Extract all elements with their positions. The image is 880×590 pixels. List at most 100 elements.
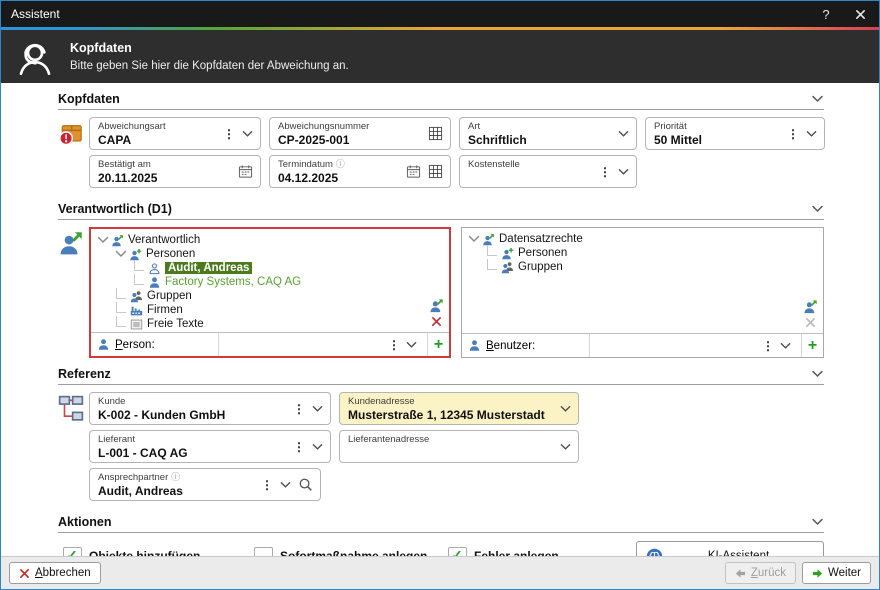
- field-ansprechpartner[interactable]: Ansprechpartnerⓘ Audit, Andreas ⋮: [89, 468, 321, 501]
- cancel-x-icon: [19, 568, 30, 579]
- collapse-chevron-icon[interactable]: [811, 518, 824, 526]
- add-plus-button[interactable]: +: [427, 333, 449, 356]
- close-button[interactable]: [843, 2, 877, 26]
- field-lieferant[interactable]: Lieferant L-001 - CAQ AG ⋮: [89, 430, 331, 463]
- arrow-left-icon: [735, 568, 746, 579]
- close-icon: [855, 9, 866, 20]
- number-grid-icon[interactable]: [428, 164, 443, 179]
- tree-item-rechte-gruppen[interactable]: Gruppen: [466, 260, 819, 274]
- add-person-icon[interactable]: [429, 298, 444, 313]
- tree-item-rechte-personen[interactable]: Personen: [466, 246, 819, 260]
- number-grid-icon[interactable]: [428, 126, 443, 141]
- tree-item-freie-texte[interactable]: Freie Texte: [95, 317, 445, 331]
- ai-brain-icon: [646, 548, 663, 557]
- collapse-chevron-icon[interactable]: [811, 95, 824, 103]
- add-plus-button[interactable]: +: [801, 334, 823, 357]
- wizard-content: Kopfdaten Abweichungsart CAPA ⋮: [1, 83, 879, 556]
- assistant-dialog: Assistent ? Kopfdaten Bitte geben Sie hi…: [0, 0, 880, 590]
- field-value: 04.12.2025: [278, 171, 406, 185]
- person-arrow-icon: [111, 234, 124, 247]
- person-icon: [97, 338, 110, 351]
- next-button[interactable]: Weiter: [802, 562, 871, 584]
- checkbox-box[interactable]: ✓: [254, 547, 273, 557]
- collapse-chevron-icon[interactable]: [811, 205, 824, 213]
- chevron-down-icon[interactable]: [312, 405, 323, 413]
- chevron-down-icon[interactable]: [560, 443, 571, 451]
- factory-icon: [130, 304, 143, 317]
- tree-expander-icon[interactable]: [115, 250, 127, 258]
- menu-dots-icon[interactable]: ⋮: [388, 339, 400, 351]
- tree-item-gruppen[interactable]: Gruppen: [95, 289, 445, 303]
- window-title: Assistent: [11, 7, 809, 21]
- ki-assistent-button[interactable]: KI-Assistent: [636, 541, 824, 556]
- tree-item-person-company[interactable]: Factory Systems, CAQ AG: [95, 275, 445, 289]
- chevron-down-icon[interactable]: [242, 130, 253, 138]
- menu-dots-icon[interactable]: ⋮: [762, 340, 774, 352]
- collapse-chevron-icon[interactable]: [811, 370, 824, 378]
- benutzer-combobox-row: Benutzer: ⋮ +: [462, 333, 823, 357]
- group-icon: [501, 261, 514, 274]
- field-value: CAPA: [98, 133, 223, 147]
- field-value: K-002 - Kunden GmbH: [98, 408, 293, 422]
- field-label: Lieferant: [98, 434, 293, 445]
- chevron-down-icon[interactable]: [806, 130, 817, 138]
- field-prioritaet[interactable]: Priorität 50 Mittel ⋮: [645, 117, 825, 150]
- menu-dots-icon[interactable]: ⋮: [293, 441, 305, 453]
- back-button[interactable]: Zurück: [725, 562, 796, 584]
- tree-connector: [116, 288, 126, 299]
- field-abweichungsnummer[interactable]: Abweichungsnummer CP-2025-001: [269, 117, 451, 150]
- tree-item-datensatzrechte[interactable]: Datensatzrechte: [466, 232, 819, 246]
- chevron-down-icon[interactable]: [406, 341, 417, 349]
- checkbox-objekte-hinzufuegen[interactable]: ✓ Objekte hinzufügen: [63, 547, 254, 557]
- checkbox-box[interactable]: ✓: [448, 547, 467, 557]
- checkbox-fehler-anlegen[interactable]: ✓ Fehler anlegen: [448, 547, 559, 557]
- field-termindatum[interactable]: Termindatumⓘ 04.12.2025: [269, 155, 451, 188]
- field-value: CP-2025-001: [278, 133, 428, 147]
- section-divider: [58, 219, 824, 220]
- datensatzrechte-tree: Datensatzrechte Personen: [462, 228, 823, 333]
- field-abweichungsart[interactable]: Abweichungsart CAPA ⋮: [89, 117, 261, 150]
- checkbox-box[interactable]: ✓: [63, 547, 82, 557]
- chevron-down-icon[interactable]: [312, 443, 323, 451]
- field-value: 20.11.2025: [98, 171, 238, 185]
- chevron-down-icon[interactable]: [618, 130, 629, 138]
- section-title-aktionen: Aktionen: [58, 515, 811, 529]
- field-bestaetigt-am[interactable]: Bestätigt am 20.11.2025: [89, 155, 261, 188]
- add-person-icon[interactable]: [803, 299, 818, 314]
- field-kunde[interactable]: Kunde K-002 - Kunden GmbH ⋮: [89, 392, 331, 425]
- tree-item-personen[interactable]: Personen: [95, 247, 445, 261]
- tree-item-verantwortlich[interactable]: Verantwortlich: [95, 233, 445, 247]
- verantwortlich-tree: Verantwortlich Personen: [91, 229, 449, 332]
- remove-icon-disabled: [805, 317, 816, 328]
- chevron-down-icon[interactable]: [780, 342, 791, 350]
- checkbox-sofortmassnahme-anlegen[interactable]: ✓ Sofortmaßnahme anlegen: [254, 547, 448, 557]
- section-kopfdaten: Kopfdaten Abweichungsart CAPA ⋮: [58, 91, 824, 193]
- field-value: 50 Mittel: [654, 133, 787, 147]
- person-icon: [148, 276, 161, 289]
- menu-dots-icon[interactable]: ⋮: [787, 128, 799, 140]
- field-kundenadresse[interactable]: Kundenadresse Musterstraße 1, 12345 Must…: [339, 392, 579, 425]
- section-referenz: Referenz Kunde K-002 - Kunden GmbH: [58, 366, 824, 506]
- menu-dots-icon[interactable]: ⋮: [293, 403, 305, 415]
- tree-item-person-audit[interactable]: Audit, Andreas: [95, 261, 445, 275]
- cancel-button[interactable]: Abbrechen: [9, 562, 101, 584]
- tree-expander-icon[interactable]: [468, 235, 480, 243]
- field-art[interactable]: Art Schriftlich: [459, 117, 637, 150]
- chevron-down-icon[interactable]: [618, 168, 629, 176]
- calendar-icon[interactable]: [406, 164, 421, 179]
- field-value: Schriftlich: [468, 133, 618, 147]
- tree-expander-icon[interactable]: [97, 236, 109, 244]
- menu-dots-icon[interactable]: ⋮: [261, 479, 273, 491]
- field-kostenstelle[interactable]: Kostenstelle ⋮: [459, 155, 637, 188]
- help-button[interactable]: ?: [809, 2, 843, 26]
- calendar-icon[interactable]: [238, 164, 253, 179]
- field-lieferantenadresse[interactable]: Lieferantenadresse: [339, 430, 579, 463]
- tree-item-firmen[interactable]: Firmen: [95, 303, 445, 317]
- menu-dots-icon[interactable]: ⋮: [223, 128, 235, 140]
- chevron-down-icon[interactable]: [280, 481, 291, 489]
- menu-dots-icon[interactable]: ⋮: [599, 166, 611, 178]
- search-icon[interactable]: [298, 477, 313, 492]
- tree-connector: [116, 302, 126, 313]
- remove-icon[interactable]: [431, 316, 442, 327]
- chevron-down-icon[interactable]: [560, 405, 571, 413]
